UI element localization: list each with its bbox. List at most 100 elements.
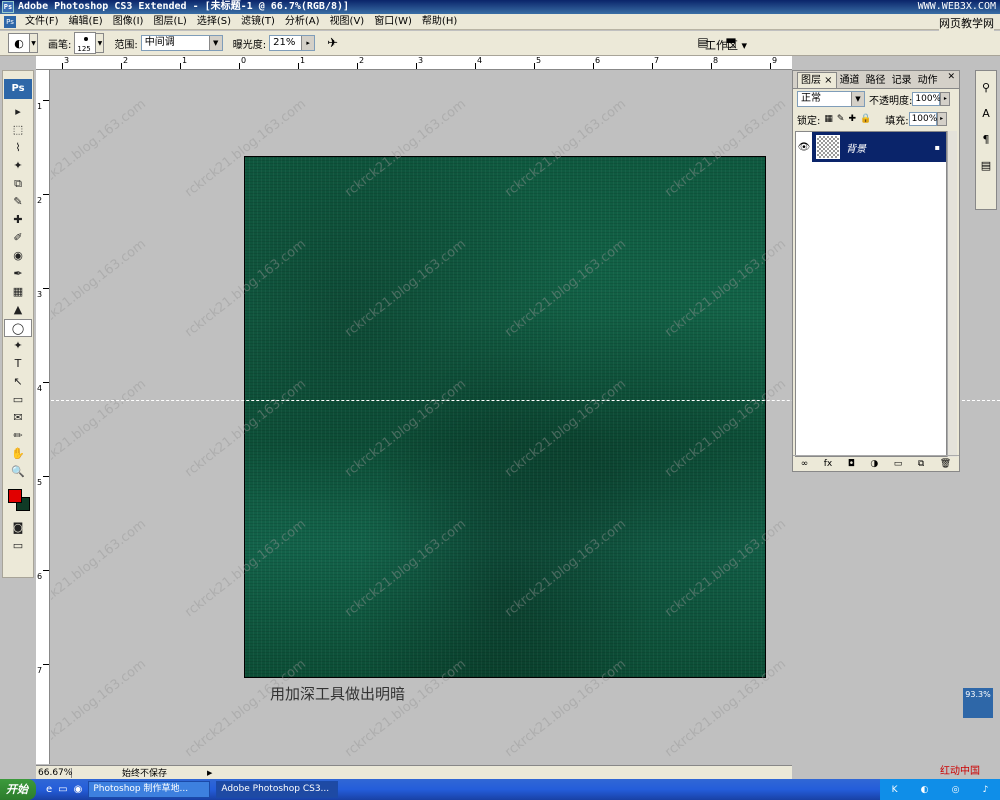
layer-selected[interactable]: 背景 ▪ [812, 132, 946, 162]
notes-tool-icon[interactable]: ✉ [4, 409, 32, 427]
panel-close-icon[interactable]: ✕ [947, 72, 955, 82]
fill-field[interactable]: 100% [908, 112, 937, 126]
menu-image[interactable]: 图像(I) [108, 14, 149, 30]
lasso-tool-icon[interactable]: ⌇ [4, 139, 32, 157]
quick-mask-icon[interactable]: ◙ [4, 519, 32, 537]
start-button[interactable]: 开始 [0, 779, 36, 800]
path-select-icon[interactable]: ↖ [4, 373, 32, 391]
gradient-tool-icon[interactable]: ▲ [4, 301, 32, 319]
brush-dropdown-icon[interactable]: ▼ [96, 33, 105, 53]
tab-actions[interactable]: 动作 [915, 73, 941, 88]
quick-launch: e ▭ ◉ [46, 784, 82, 795]
window-title: Adobe Photoshop CS3 Extended - [未标题-1 @ … [18, 1, 350, 12]
play-arrow-icon[interactable]: ▸ [301, 36, 315, 50]
menu-window[interactable]: 窗口(W) [369, 14, 417, 30]
marquee-tool-icon[interactable]: ⬚ [4, 121, 32, 139]
tray-icon-2[interactable]: ◎ [952, 785, 960, 795]
layer-style-icon[interactable]: fx [824, 459, 833, 469]
delete-layer-icon[interactable]: 🗑 [940, 459, 951, 469]
move-tool-icon[interactable]: ▸ [4, 103, 32, 121]
ruler-top-tick [652, 63, 653, 69]
photoshop-logo[interactable]: Ps [4, 79, 32, 99]
eyedropper-tool-icon[interactable]: ✏ [4, 427, 32, 445]
ruler-left-label: 2 [37, 196, 43, 205]
fill-arrow-icon[interactable]: ▸ [936, 112, 947, 126]
lock-transparency-icon[interactable]: ▦ [824, 114, 833, 124]
clone-stamp-icon[interactable]: ◉ [4, 247, 32, 265]
tray-icon-1[interactable]: ◐ [921, 785, 929, 795]
airbrush-icon[interactable]: ✈ [327, 36, 338, 51]
layer-scrollbar[interactable] [947, 131, 957, 457]
screen-mode-icon[interactable]: ▭ [4, 537, 32, 555]
foreground-color-swatch[interactable] [8, 489, 22, 503]
new-layer-icon[interactable]: ⧉ [918, 459, 924, 469]
opacity-field[interactable]: 100% [912, 92, 941, 106]
info-panel-icon[interactable]: ▤ [977, 157, 995, 175]
shape-tool-icon[interactable]: ▭ [4, 391, 32, 409]
tab-paths[interactable]: 路径 [863, 73, 889, 88]
character-icon[interactable]: A [977, 105, 995, 123]
tab-history[interactable]: 记录 [889, 73, 915, 88]
taskbar-item-photoshop[interactable]: Adobe Photoshop CS3... [216, 781, 339, 798]
tray-icon-k[interactable]: K [892, 785, 898, 795]
menu-edit[interactable]: 编辑(E) [64, 14, 108, 30]
magic-wand-tool-icon[interactable]: ✦ [4, 157, 32, 175]
brush-picker[interactable]: 125 [74, 32, 97, 54]
zoom-tool-icon[interactable]: 🔍 [4, 463, 32, 481]
ruler-top-label: 4 [477, 56, 483, 65]
workspace-menu[interactable]: 工作区 ▾ [705, 37, 747, 53]
layer-mask-icon[interactable]: ◘ [848, 459, 855, 469]
opacity-arrow-icon[interactable]: ▸ [940, 92, 951, 106]
layer-row[interactable]: 👁 背景 ▪ [796, 132, 946, 162]
taskbar-item-browser[interactable]: Photoshop 制作草地... [88, 781, 211, 798]
ruler-left-label: 7 [37, 666, 43, 675]
play-arrow-icon[interactable]: ▶ [207, 769, 212, 777]
eraser-tool-icon[interactable]: ▦ [4, 283, 32, 301]
vertical-ruler[interactable]: 1 2 3 4 5 6 7 [36, 70, 50, 764]
menu-layer[interactable]: 图层(L) [148, 14, 191, 30]
menu-analysis[interactable]: 分析(A) [280, 14, 325, 30]
hand-tool-icon[interactable]: ✋ [4, 445, 32, 463]
menu-select[interactable]: 选择(S) [192, 14, 236, 30]
brush-tool-icon[interactable]: ✐ [4, 229, 32, 247]
lock-pixels-icon[interactable]: ✎ [837, 114, 845, 124]
navigator-icon[interactable]: ⚲ [977, 79, 995, 97]
blend-mode-select[interactable]: 正常 ▼ [797, 91, 865, 107]
history-brush-icon[interactable]: ✒ [4, 265, 32, 283]
ie-icon[interactable]: e [46, 784, 52, 795]
canvas-area[interactable]: rckrck21.blog.163.com rckrck21.blog.163.c… [51, 71, 792, 764]
burn-tool-icon[interactable]: ◯ [4, 319, 32, 337]
opacity-label: 不透明度: [869, 95, 913, 107]
type-tool-icon[interactable]: T [4, 355, 32, 373]
media-icon[interactable]: ◉ [74, 784, 83, 795]
right-dock: ⚲ A ¶ ▤ [975, 70, 997, 210]
layer-list: 👁 背景 ▪ [795, 131, 947, 457]
tray-icon-3[interactable]: ♪ [983, 785, 989, 795]
link-layers-icon[interactable]: ∞ [801, 459, 809, 469]
tab-layers[interactable]: 图层 × [797, 72, 837, 88]
range-select[interactable]: 中间调 ▼ [140, 35, 223, 51]
pen-tool-icon[interactable]: ✦ [4, 337, 32, 355]
slice-tool-icon[interactable]: ✎ [4, 193, 32, 211]
ruler-left-tick [43, 664, 49, 665]
group-icon[interactable]: ▭ [894, 459, 903, 469]
adjustment-layer-icon[interactable]: ◑ [870, 459, 878, 469]
healing-brush-icon[interactable]: ✚ [4, 211, 32, 229]
menu-file[interactable]: 文件(F) [20, 14, 64, 30]
paragraph-icon[interactable]: ¶ [977, 131, 995, 149]
zoom-level[interactable]: 66.67% [36, 767, 72, 778]
crop-tool-icon[interactable]: ⧉ [4, 175, 32, 193]
desktop-icon[interactable]: ▭ [58, 784, 67, 795]
tool-preset-dropdown-icon[interactable]: ▼ [30, 33, 38, 53]
ps-menu-icon[interactable]: Ps [4, 15, 16, 28]
lock-position-icon[interactable]: ✚ [848, 114, 856, 124]
menu-view[interactable]: 视图(V) [325, 14, 370, 30]
menu-filter[interactable]: 滤镜(T) [236, 14, 280, 30]
exposure-field[interactable]: 21% ▸ [269, 35, 316, 51]
lock-all-icon[interactable]: 🔒 [860, 114, 871, 124]
horizontal-ruler[interactable]: 321012345678910111213 [36, 56, 792, 70]
tab-channels[interactable]: 通道 [837, 73, 863, 88]
eye-icon[interactable]: 👁 [796, 142, 812, 153]
menu-help[interactable]: 帮助(H) [417, 14, 462, 30]
tool-preset-picker[interactable]: ◐ [8, 33, 30, 53]
